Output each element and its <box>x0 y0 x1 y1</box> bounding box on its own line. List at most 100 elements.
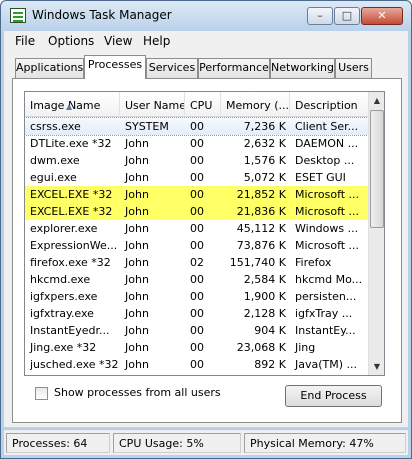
end-process-button[interactable]: End Process <box>285 385 382 407</box>
process-row[interactable]: dwm.exe John 00 1,576 K Desktop ... <box>25 152 368 169</box>
cell-user: John <box>125 222 149 235</box>
cell-desc: Microsoft ... <box>295 205 360 218</box>
status-bar: Processes: 64 CPU Usage: 5% Physical Mem… <box>4 429 408 455</box>
cell-user: John <box>125 273 149 286</box>
menu-file[interactable]: File <box>15 34 35 48</box>
process-row[interactable]: InstantEyedr... John 00 904 K InstantEy... <box>25 322 368 339</box>
cell-name: igfxtray.exe <box>30 307 94 320</box>
menu-view[interactable]: View <box>104 34 132 48</box>
menu-options[interactable]: Options <box>48 34 94 48</box>
cell-mem: 21,836 K <box>236 205 286 218</box>
cell-desc: Client Ser... <box>295 120 359 133</box>
cell-name: firefox.exe *32 <box>30 256 111 269</box>
vertical-scrollbar[interactable]: ▲ ▼ <box>368 92 384 375</box>
cell-name: egui.exe <box>30 171 77 184</box>
cell-cpu: 00 <box>190 188 204 201</box>
cell-user: John <box>125 358 149 371</box>
cell-name: hkcmd.exe <box>30 273 91 286</box>
cell-desc: Microsoft ... <box>295 188 360 201</box>
cell-mem: 892 K <box>254 358 286 371</box>
cell-cpu: 00 <box>190 290 204 303</box>
process-row[interactable]: DTLite.exe *32 John 00 2,632 K DAEMON ... <box>25 135 368 152</box>
col-memory[interactable]: Memory (... <box>221 92 290 117</box>
cell-desc: persisten... <box>295 290 357 303</box>
cell-mem: 151,740 K <box>229 256 286 269</box>
cell-name: EXCEL.EXE *32 <box>30 188 113 201</box>
menu-bar: File Options View Help <box>4 31 408 51</box>
title-bar[interactable]: Windows Task Manager – □ ✕ <box>1 1 411 31</box>
cell-mem: 5,072 K <box>243 171 286 184</box>
col-image-name[interactable]: ▲ Image Name <box>25 92 120 117</box>
process-row[interactable]: csrss.exe SYSTEM 00 7,236 K Client Ser... <box>25 117 369 136</box>
cell-mem: 45,112 K <box>236 222 286 235</box>
tab-services[interactable]: Services <box>146 58 198 78</box>
cell-cpu: 00 <box>190 358 204 371</box>
col-cpu[interactable]: CPU <box>185 92 221 117</box>
process-row[interactable]: ExpressionWe... John 00 73,876 K Microsoft .… <box>25 237 368 254</box>
cell-cpu: 00 <box>190 171 204 184</box>
cell-name: jusched.exe *32 <box>30 358 119 371</box>
tab-applications[interactable]: Applications <box>15 58 84 78</box>
cell-cpu: 00 <box>190 154 204 167</box>
cell-cpu: 00 <box>190 307 204 320</box>
cell-desc: Jing <box>295 341 316 354</box>
cell-user: John <box>125 341 149 354</box>
process-row[interactable]: EXCEL.EXE *32 John 00 21,852 K Microsoft ... <box>25 186 368 203</box>
cell-user: John <box>125 290 149 303</box>
cell-cpu: 00 <box>190 120 204 133</box>
tab-processes[interactable]: Processes <box>84 55 146 79</box>
col-user-name[interactable]: User Name <box>120 92 185 117</box>
sort-ascending-icon: ▲ <box>66 102 73 111</box>
process-row[interactable]: hkcmd.exe John 00 2,584 K hkcmd Mo... <box>25 271 368 288</box>
cell-user: John <box>125 307 149 320</box>
cell-user: John <box>125 154 149 167</box>
maximize-button[interactable]: □ <box>334 7 360 25</box>
cell-desc: Java(TM) ... <box>295 358 358 371</box>
tab-performance[interactable]: Performance <box>198 58 270 78</box>
scroll-up-icon[interactable]: ▲ <box>369 92 384 109</box>
cell-user: John <box>125 256 149 269</box>
cell-desc: Windows ... <box>295 222 359 235</box>
process-row[interactable]: firefox.exe *32 John 02 151,740 K Firefox <box>25 254 368 271</box>
scroll-thumb[interactable] <box>370 110 384 228</box>
process-row[interactable]: Jing.exe *32 John 00 23,068 K Jing <box>25 339 368 356</box>
window-title: Windows Task Manager <box>32 8 172 22</box>
col-description[interactable]: Description <box>290 92 368 117</box>
cell-desc: Desktop ... <box>295 154 355 167</box>
process-row[interactable]: igfxpers.exe John 00 1,900 K persisten... <box>25 288 368 305</box>
cell-mem: 904 K <box>254 324 286 337</box>
cell-name: igfxpers.exe <box>30 290 98 303</box>
minimize-button[interactable]: – <box>307 7 333 25</box>
cell-cpu: 00 <box>190 273 204 286</box>
show-all-users-checkbox[interactable] <box>35 387 48 400</box>
tab-networking[interactable]: Networking <box>270 58 335 78</box>
cell-user: John <box>125 171 149 184</box>
process-list[interactable]: ▲ Image Name User Name CPU Memory (... D… <box>24 91 385 376</box>
tab-users[interactable]: Users <box>335 58 372 78</box>
cell-desc: Firefox <box>295 256 332 269</box>
cell-desc: hkcmd Mo... <box>295 273 363 286</box>
close-button[interactable]: ✕ <box>361 7 403 25</box>
cell-name: EXCEL.EXE *32 <box>30 205 113 218</box>
cell-name: Jing.exe *32 <box>30 341 97 354</box>
cell-name: explorer.exe <box>30 222 98 235</box>
cell-cpu: 00 <box>190 137 204 150</box>
cell-desc: InstantEy... <box>295 324 356 337</box>
cell-mem: 1,576 K <box>243 154 286 167</box>
process-row[interactable]: igfxtray.exe John 00 2,128 K igfxTray ... <box>25 305 368 322</box>
cell-cpu: 00 <box>190 222 204 235</box>
cell-mem: 73,876 K <box>236 239 286 252</box>
cell-name: DTLite.exe *32 <box>30 137 112 150</box>
process-row[interactable]: egui.exe John 00 5,072 K ESET GUI <box>25 169 368 186</box>
cell-name: csrss.exe <box>30 120 81 133</box>
status-processes: Processes: 64 <box>6 433 110 453</box>
process-row[interactable]: jusched.exe *32 John 00 892 K Java(TM) ... <box>25 356 368 373</box>
menu-help[interactable]: Help <box>143 34 170 48</box>
cell-user: John <box>125 324 149 337</box>
process-row[interactable]: explorer.exe John 00 45,112 K Windows ... <box>25 220 368 237</box>
cell-mem: 23,068 K <box>236 341 286 354</box>
process-row[interactable]: EXCEL.EXE *32 John 00 21,836 K Microsoft ... <box>25 203 368 220</box>
task-manager-icon <box>10 8 26 23</box>
cell-user: John <box>125 239 149 252</box>
scroll-down-icon[interactable]: ▼ <box>369 358 384 375</box>
